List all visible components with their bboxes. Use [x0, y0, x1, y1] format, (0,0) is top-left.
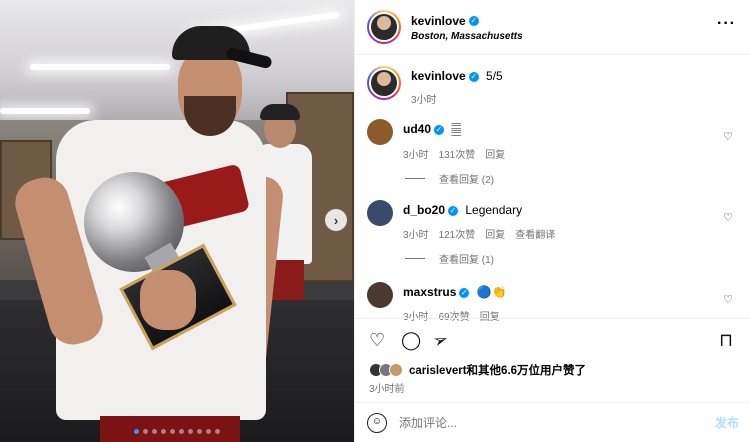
verified-icon: ✓	[459, 287, 470, 298]
share-send-icon[interactable]: ➢	[430, 328, 451, 352]
see-translation-button[interactable]: 查看翻译	[515, 226, 555, 241]
caption-username[interactable]: kevinlove	[411, 69, 466, 83]
comment-time: 3小时	[403, 150, 429, 161]
avatar[interactable]	[367, 119, 393, 145]
more-options-icon[interactable]: ···	[717, 15, 736, 33]
caption-time: 3小时	[411, 95, 437, 106]
carousel-dot	[188, 429, 193, 434]
comment-username[interactable]: ud40	[403, 122, 431, 136]
liked-by-username[interactable]: carislevert	[409, 365, 467, 377]
liked-by-others[interactable]: 和其他6.6万位用户赞了	[467, 365, 587, 377]
comment-row: ud40 ✓ 𝄛 3小时 131次赞 回复 ♡	[367, 119, 739, 161]
carousel-dot	[206, 429, 211, 434]
carousel-dot	[179, 429, 184, 434]
avatar[interactable]	[367, 66, 401, 100]
comment-text: 🔵👏	[476, 285, 507, 299]
heart-icon[interactable]: ♡	[723, 293, 733, 306]
author-username[interactable]: kevinlove	[411, 14, 466, 28]
post-location[interactable]: Boston, Massachusetts	[411, 31, 523, 44]
heart-icon[interactable]: ♡	[723, 211, 733, 224]
carousel-dot	[215, 429, 220, 434]
view-replies-label: 查看回复 (1)	[439, 255, 494, 266]
carousel-dot	[143, 429, 148, 434]
emoji-icon[interactable]: ☺	[367, 412, 387, 433]
comment-row: d_bo20 ✓ Legendary 3小时 121次赞 回复 查看翻译 ♡	[367, 200, 739, 241]
comment-icon[interactable]: ◯	[401, 331, 421, 349]
carousel-dot	[197, 429, 202, 434]
carousel-dots	[0, 429, 354, 434]
reply-button[interactable]: 回复	[485, 226, 505, 241]
carousel-dot	[170, 429, 175, 434]
like-heart-icon[interactable]: ♡	[369, 331, 385, 349]
post-comment-button[interactable]: 发布	[715, 414, 739, 431]
carousel-dot	[134, 429, 139, 434]
view-replies-button[interactable]: 查看回复 (1)	[405, 251, 494, 266]
verified-icon: ✓	[468, 71, 479, 82]
avatar[interactable]	[367, 10, 401, 44]
comment-time: 3小时	[403, 230, 429, 241]
action-bar: ♡ ◯ ➢ ⊓	[355, 318, 750, 368]
avatar[interactable]	[367, 200, 393, 226]
carousel-dot	[161, 429, 166, 434]
comment-username[interactable]: maxstrus	[403, 285, 456, 299]
next-photo-button[interactable]: ›	[325, 209, 347, 231]
comment-box: ☺ 发布	[355, 402, 750, 442]
post-caption: kevinlove ✓ 5/5 3小时	[367, 66, 503, 106]
liker-avatar	[389, 363, 403, 377]
post-photo[interactable]: ›	[0, 0, 354, 442]
post-header: kevinlove ✓ Boston, Massachusetts ···	[355, 0, 750, 55]
comment-row: maxstrus ✓ 🔵👏 3小时 69次赞 回复 ♡	[367, 282, 739, 323]
comment-likes[interactable]: 131次赞	[439, 146, 476, 161]
verified-icon: ✓	[468, 15, 479, 26]
comment-likes[interactable]: 121次赞	[439, 226, 476, 241]
comment-username[interactable]: d_bo20	[403, 203, 445, 217]
bookmark-icon[interactable]: ⊓	[719, 331, 733, 349]
post-time: 3小时前	[369, 384, 405, 395]
avatar[interactable]	[367, 282, 393, 308]
verified-icon: ✓	[434, 124, 445, 135]
view-replies-label: 查看回复 (2)	[439, 175, 494, 186]
hand	[140, 270, 196, 330]
carousel-dot	[152, 429, 157, 434]
comment-input[interactable]	[399, 415, 679, 430]
verified-icon: ✓	[448, 205, 459, 216]
comment-text: 𝄛	[451, 122, 461, 136]
view-replies-button[interactable]: 查看回复 (2)	[405, 171, 494, 186]
post-panel: kevinlove ✓ Boston, Massachusetts ··· kev…	[354, 0, 750, 442]
reply-button[interactable]: 回复	[485, 146, 505, 161]
caption-text: 5/5	[486, 69, 503, 83]
heart-icon[interactable]: ♡	[723, 130, 733, 143]
likes-summary[interactable]: carislevert和其他6.6万位用户赞了	[369, 362, 586, 378]
comment-text: Legendary	[465, 203, 523, 217]
